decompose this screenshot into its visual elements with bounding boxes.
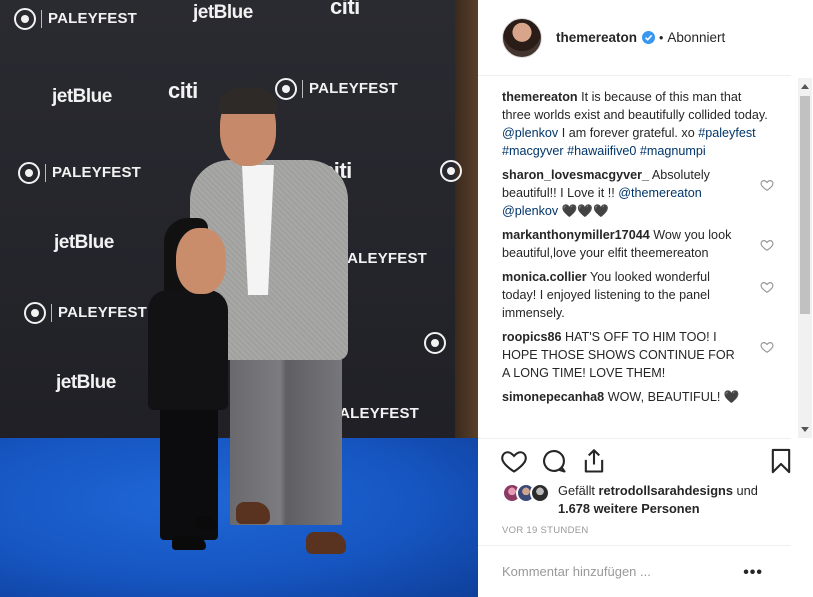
paleyfest-logo: PALEYFEST bbox=[24, 302, 147, 324]
instagram-post-viewer: PALEYFEST jetBlue citi jetBlue citi PALE… bbox=[0, 0, 813, 597]
paleyfest-logo: PALEYFEST bbox=[18, 162, 141, 184]
person-woman-head bbox=[176, 228, 226, 294]
citi-logo: citi bbox=[330, 0, 360, 19]
heart-icon[interactable] bbox=[500, 447, 528, 475]
header-separator: • bbox=[659, 30, 664, 45]
comment-item: roopics86 HAT'S OFF TO HIM TOO! I HOPE T… bbox=[502, 328, 774, 382]
citi-logo: citi bbox=[168, 78, 198, 103]
comment-text: WOW, BEAUTIFUL! 🖤 bbox=[604, 390, 740, 404]
scroll-down-arrow-icon[interactable] bbox=[801, 427, 809, 432]
jetblue-logo: jetBlue bbox=[54, 232, 114, 253]
comment-username[interactable]: markanthonymiller17044 bbox=[502, 228, 650, 242]
comment-username[interactable]: monica.collier bbox=[502, 270, 587, 284]
header-username[interactable]: themereaton bbox=[556, 30, 637, 45]
likes-text: Gefällt retrodollsarahdesigns und 1.678 … bbox=[558, 483, 758, 516]
comment-item: monica.collier You looked wonderful toda… bbox=[502, 268, 774, 322]
paleyfest-logo: PALEYFEST bbox=[338, 250, 428, 267]
person-woman-shoe bbox=[172, 536, 206, 550]
post-header: themereaton • Abonniert bbox=[478, 0, 791, 76]
avatar[interactable] bbox=[530, 483, 550, 503]
comment-username[interactable]: roopics86 bbox=[502, 330, 562, 344]
paley-seal-logo bbox=[440, 160, 467, 182]
comment-username[interactable]: sharon_lovesmacgyver_ bbox=[502, 168, 649, 182]
comment-bubble-icon[interactable] bbox=[540, 447, 568, 475]
person-man-shoe bbox=[236, 502, 270, 524]
person-man-shoe bbox=[306, 532, 346, 554]
comment-emoji: 🖤🖤🖤 bbox=[558, 204, 609, 218]
scrollbar-thumb[interactable] bbox=[800, 96, 810, 314]
paleyfest-logo: PALEYFEST bbox=[275, 78, 398, 100]
bookmark-icon[interactable] bbox=[767, 447, 795, 475]
comment-like-heart-icon[interactable] bbox=[760, 238, 774, 252]
person-woman-jacket bbox=[148, 290, 228, 410]
likes-summary: Gefällt retrodollsarahdesigns und 1.678 … bbox=[502, 482, 792, 522]
liker-avatars[interactable] bbox=[502, 483, 558, 503]
post-caption: themereaton It is because of this man th… bbox=[502, 88, 774, 160]
add-comment-bar: ••• bbox=[478, 545, 791, 597]
scroll-up-arrow-icon[interactable] bbox=[801, 84, 809, 89]
comment-item: simonepecanha8 WOW, BEAUTIFUL! 🖤 bbox=[502, 388, 774, 406]
comments-list: themereaton It is because of this man th… bbox=[502, 88, 774, 440]
more-options-button[interactable]: ••• bbox=[743, 564, 763, 582]
post-timestamp[interactable]: VOR 19 STUNDEN bbox=[502, 525, 589, 536]
follow-status-button[interactable]: Abonniert bbox=[667, 30, 725, 45]
post-action-bar bbox=[478, 438, 791, 482]
paleyfest-logo: PALEYFEST bbox=[14, 8, 137, 30]
post-photo[interactable]: PALEYFEST jetBlue citi jetBlue citi PALE… bbox=[0, 0, 478, 597]
liked-by-user[interactable]: retrodollsarahdesigns bbox=[599, 483, 733, 498]
avatar[interactable] bbox=[502, 17, 542, 58]
caption-username[interactable]: themereaton bbox=[502, 90, 578, 104]
comment-item: markanthonymiller17044 Wow you look beau… bbox=[502, 226, 774, 262]
comment-like-heart-icon[interactable] bbox=[760, 178, 774, 192]
comment-item: sharon_lovesmacgyver_ Absolutely beautif… bbox=[502, 166, 774, 220]
comments-scrollbar[interactable] bbox=[798, 78, 812, 438]
jetblue-logo: jetBlue bbox=[56, 372, 116, 393]
caption-text-end: I am forever grateful. xo bbox=[558, 126, 699, 140]
person-man-hair bbox=[218, 88, 278, 114]
caption-mention-link[interactable]: @plenkov bbox=[502, 126, 558, 140]
comment-like-heart-icon[interactable] bbox=[760, 280, 774, 294]
likes-count[interactable]: 1.678 weitere Personen bbox=[558, 501, 700, 516]
wall-edge bbox=[455, 0, 478, 470]
post-side-panel: themereaton • Abonniert themereaton It i… bbox=[478, 0, 813, 597]
verified-badge-icon bbox=[642, 31, 656, 44]
jetblue-logo: jetBlue bbox=[193, 2, 253, 23]
share-icon[interactable] bbox=[580, 447, 608, 475]
paleyfest-logo: PALEYFEST bbox=[330, 405, 420, 422]
comment-input[interactable] bbox=[502, 564, 732, 579]
jetblue-logo: jetBlue bbox=[52, 86, 112, 107]
comment-username[interactable]: simonepecanha8 bbox=[502, 390, 604, 404]
comment-like-heart-icon[interactable] bbox=[760, 340, 774, 354]
paley-seal-logo bbox=[424, 332, 451, 354]
